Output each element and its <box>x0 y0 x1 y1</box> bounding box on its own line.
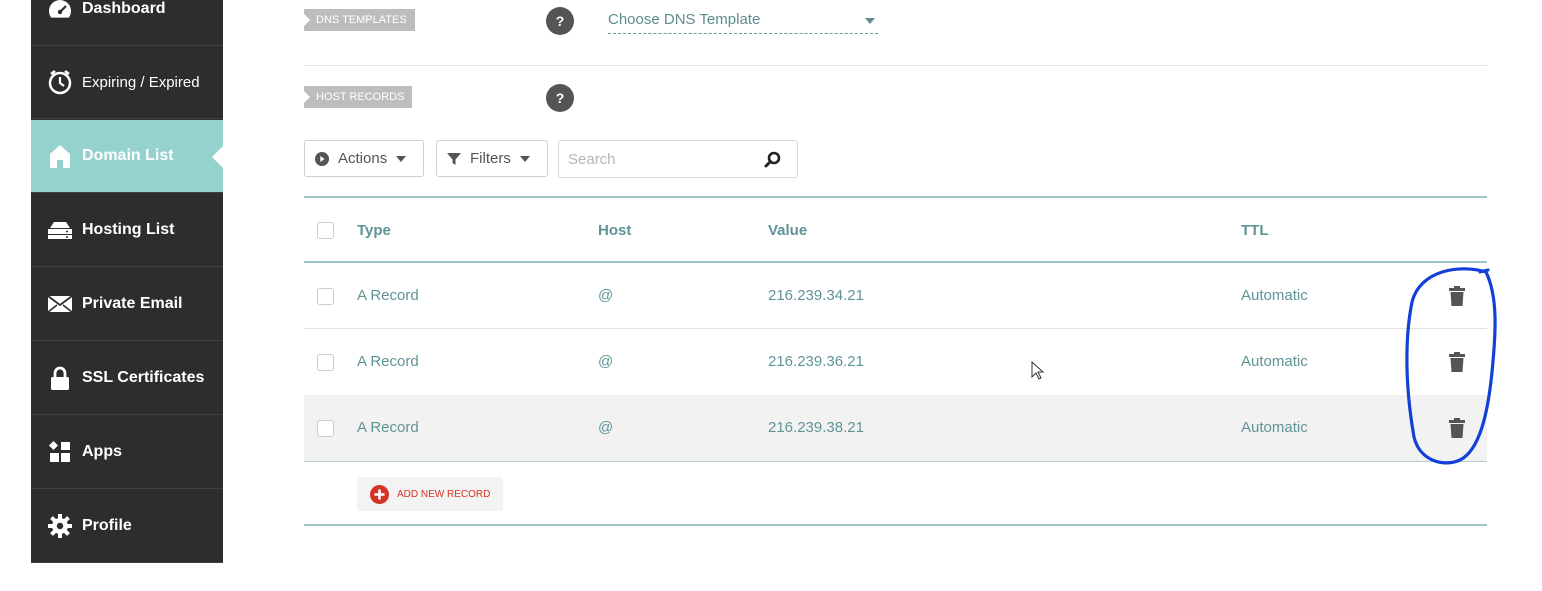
search-icon[interactable] <box>763 150 783 170</box>
search-box <box>558 140 798 178</box>
dns-template-select[interactable]: Choose DNS Template <box>608 8 878 34</box>
server-icon <box>47 217 73 243</box>
record-value[interactable]: 216.239.36.21 <box>768 353 864 370</box>
sidebar-item-label: Apps <box>82 443 122 460</box>
sidebar-item-label: Hosting List <box>82 221 175 238</box>
table-header-row: Type Host Value TTL <box>304 198 1487 262</box>
active-indicator <box>212 146 223 168</box>
clock-icon <box>47 69 73 95</box>
row-checkbox[interactable] <box>317 420 334 437</box>
host-records-tag: HOST RECORDS <box>304 86 413 108</box>
lock-icon <box>47 365 73 391</box>
search-input[interactable] <box>568 149 758 169</box>
host-records-help-button[interactable]: ? <box>546 84 574 112</box>
section-divider <box>304 65 1487 66</box>
sidebar-item-domain-list[interactable]: Domain List <box>31 120 223 193</box>
record-host[interactable]: @ <box>598 419 613 436</box>
home-icon <box>47 143 73 169</box>
dashboard-icon <box>47 0 73 22</box>
plus-circle-icon <box>370 484 389 504</box>
sidebar-item-private-email[interactable]: Private Email <box>31 268 223 341</box>
filters-dropdown-button[interactable]: Filters <box>436 140 548 177</box>
record-ttl[interactable]: Automatic <box>1241 353 1308 370</box>
column-header-type[interactable]: Type <box>357 222 391 239</box>
actions-label: Actions <box>338 150 388 167</box>
chevron-down-icon <box>519 155 530 162</box>
column-header-ttl[interactable]: TTL <box>1241 222 1269 239</box>
dns-template-select-value: Choose DNS Template <box>608 11 761 28</box>
chevron-down-icon <box>396 155 407 162</box>
sidebar-item-label: SSL Certificates <box>82 369 205 386</box>
sidebar-item-expiring[interactable]: Expiring / Expired <box>31 46 223 119</box>
record-value[interactable]: 216.239.38.21 <box>768 419 864 436</box>
envelope-icon <box>47 291 73 317</box>
sidebar-item-label: Dashboard <box>82 0 166 17</box>
actions-dropdown-button[interactable]: Actions <box>304 140 424 177</box>
annotation-circle <box>1400 262 1510 477</box>
table-row: A Record @ 216.239.34.21 Automatic <box>304 263 1487 329</box>
sidebar-item-profile[interactable]: Profile <box>31 490 223 563</box>
row-checkbox[interactable] <box>317 288 334 305</box>
column-header-host[interactable]: Host <box>598 222 631 239</box>
sidebar-item-ssl-certificates[interactable]: SSL Certificates <box>31 342 223 415</box>
filter-icon <box>447 152 461 166</box>
dns-templates-help-button[interactable]: ? <box>546 7 574 35</box>
record-ttl[interactable]: Automatic <box>1241 287 1308 304</box>
sidebar-item-apps[interactable]: Apps <box>31 416 223 489</box>
table-row: A Record @ 216.239.38.21 Automatic <box>304 395 1487 461</box>
sidebar: Dashboard Expiring / Expired Domain List… <box>31 0 223 563</box>
sidebar-item-label: Domain List <box>82 147 174 164</box>
mouse-cursor-icon <box>1031 360 1045 386</box>
record-type[interactable]: A Record <box>357 419 419 436</box>
record-host[interactable]: @ <box>598 353 613 370</box>
add-new-record-label: ADD NEW RECORD <box>397 488 491 500</box>
apps-icon <box>47 439 73 465</box>
record-type[interactable]: A Record <box>357 353 419 370</box>
record-value[interactable]: 216.239.34.21 <box>768 287 864 304</box>
table-rows-border <box>304 461 1487 462</box>
sidebar-item-hosting-list[interactable]: Hosting List <box>31 194 223 267</box>
row-checkbox[interactable] <box>317 354 334 371</box>
sidebar-item-dashboard[interactable]: Dashboard <box>31 0 223 46</box>
sidebar-item-label: Expiring / Expired <box>82 73 200 91</box>
sidebar-item-label: Private Email <box>82 295 183 312</box>
record-type[interactable]: A Record <box>357 287 419 304</box>
table-row: A Record @ 216.239.36.21 Automatic <box>304 329 1487 395</box>
record-ttl[interactable]: Automatic <box>1241 419 1308 436</box>
filters-label: Filters <box>470 150 511 167</box>
add-new-record-button[interactable]: ADD NEW RECORD <box>357 477 503 511</box>
chevron-down-icon <box>865 18 875 24</box>
record-host[interactable]: @ <box>598 287 613 304</box>
gear-icon <box>47 513 73 539</box>
column-header-value[interactable]: Value <box>768 222 807 239</box>
select-all-checkbox[interactable] <box>317 222 334 239</box>
dns-templates-tag: DNS TEMPLATES <box>304 9 415 31</box>
table-bottom-border <box>304 524 1487 526</box>
sidebar-item-label: Profile <box>82 517 132 534</box>
play-circle-icon <box>315 151 329 166</box>
